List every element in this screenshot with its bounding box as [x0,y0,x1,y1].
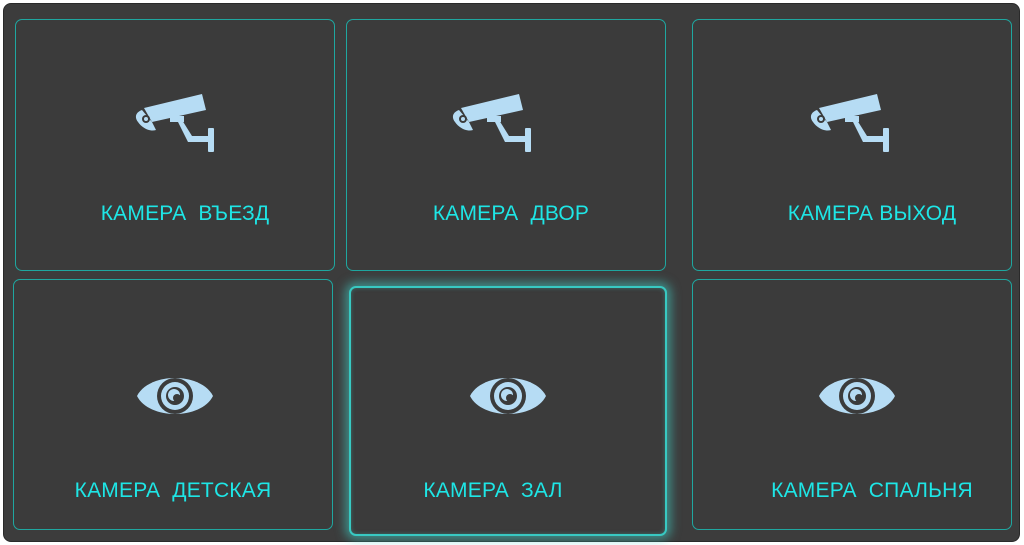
tile-camera-bedroom[interactable]: КАМЕРА СПАЛЬНЯ [692,279,1012,530]
tile-label: КАМЕРА ДЕТСКАЯ [74,479,272,502]
tile-camera-hall[interactable]: КАМЕРА ЗАЛ [349,286,667,536]
eye-icon [819,378,895,414]
tile-label: КАМЕРА ДВОР [432,202,590,225]
tile-camera-yard[interactable]: КАМЕРА ДВОР [346,19,666,271]
tile-label: КАМЕРА ЗАЛ [423,479,563,502]
tile-label: КАМЕРА ВЪЕЗД [100,202,270,225]
tile-label: КАМЕРА ВЫХОД [787,202,957,225]
eye-icon [470,378,546,414]
security-camera-icon [135,94,214,152]
camera-panel: КАМЕРА ВЪЕЗД КАМЕРА ДВОР КАМЕРА ВЫХОД КА… [3,3,1020,542]
tile-camera-entry[interactable]: КАМЕРА ВЪЕЗД [15,19,335,271]
security-camera-icon [452,94,531,152]
eye-icon [137,378,213,414]
security-camera-icon [810,94,889,152]
tile-camera-exit[interactable]: КАМЕРА ВЫХОД [692,19,1012,271]
tile-camera-kids-room[interactable]: КАМЕРА ДЕТСКАЯ [13,279,333,530]
tile-label: КАМЕРА СПАЛЬНЯ [771,479,973,502]
